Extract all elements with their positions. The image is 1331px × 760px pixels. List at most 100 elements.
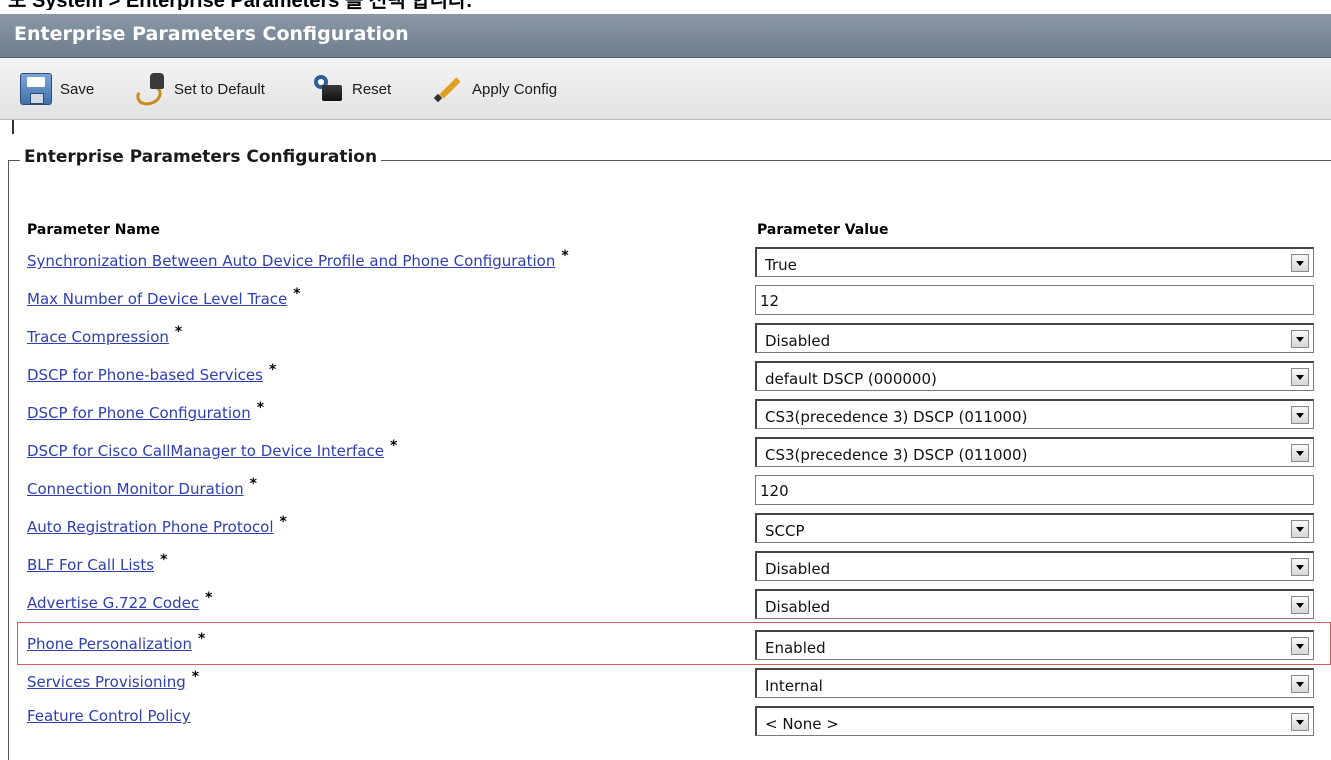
chevron-down-icon[interactable] [1291, 675, 1309, 693]
apply-config-icon [432, 73, 464, 105]
parameter-name-label: Auto Registration Phone Protocol [27, 518, 274, 536]
parameter-input[interactable]: 12 [755, 285, 1314, 315]
required-marker: * [174, 324, 183, 340]
save-icon [20, 73, 52, 105]
parameter-name-link[interactable]: Phone Personalization * [27, 631, 205, 653]
parameter-name-label: Advertise G.722 Codec [27, 594, 200, 612]
parameter-name-link[interactable]: Auto Registration Phone Protocol * [27, 514, 287, 536]
parameter-row: DSCP for Cisco CallManager to Device Int… [0, 435, 1331, 473]
parameter-name-label: DSCP for Cisco CallManager to Device Int… [27, 442, 384, 460]
parameter-row: DSCP for Phone-based Services * default DS… [0, 359, 1331, 397]
parameter-select[interactable]: Internal [755, 668, 1314, 698]
parameter-row: Max Number of Device Level Trace * 12 [0, 283, 1331, 321]
parameter-value: SCCP [765, 522, 805, 540]
parameter-row: Services Provisioning * Internal [0, 666, 1331, 704]
parameter-name-link[interactable]: DSCP for Phone-based Services * [27, 362, 276, 384]
toolbar-divider [12, 120, 14, 134]
parameter-name-link[interactable]: Max Number of Device Level Trace * [27, 286, 301, 308]
parameter-select[interactable]: Disabled [755, 551, 1314, 581]
save-label: Save [60, 80, 95, 98]
required-marker: * [293, 286, 301, 302]
set-to-default-label: Set to Default [174, 80, 265, 98]
parameter-input[interactable]: 120 [755, 475, 1314, 505]
chevron-down-icon[interactable] [1291, 558, 1309, 576]
save-button[interactable]: Save [20, 72, 94, 106]
parameter-value: default DSCP (000000) [765, 370, 937, 388]
required-marker: * [389, 438, 398, 454]
parameter-value: CS3(precedence 3) DSCP (011000) [765, 408, 1028, 426]
parameter-select[interactable]: Enabled [755, 630, 1314, 660]
parameter-value: CS3(precedence 3) DSCP (011000) [765, 446, 1028, 464]
parameter-name-link[interactable]: DSCP for Phone Configuration * [27, 400, 264, 422]
chevron-down-icon[interactable] [1291, 406, 1309, 424]
apply-config-label: Apply Config [472, 80, 558, 98]
set-to-default-icon [134, 73, 166, 105]
required-marker: * [160, 552, 168, 568]
chevron-down-icon[interactable] [1291, 596, 1309, 614]
parameter-value: Disabled [765, 598, 831, 616]
required-marker: * [561, 248, 569, 264]
required-marker: * [197, 631, 206, 647]
parameter-name-link[interactable]: Advertise G.722 Codec * [27, 590, 212, 612]
required-marker: * [279, 514, 287, 530]
toolbar: Save Set to Default Reset Apply Config [0, 58, 1331, 120]
parameter-value: Disabled [765, 332, 831, 350]
reset-icon [312, 73, 344, 105]
column-header-name: Parameter Name [27, 222, 160, 238]
parameter-name-label: Services Provisioning [27, 673, 186, 691]
apply-config-button[interactable]: Apply Config [432, 72, 557, 106]
parameter-select[interactable]: True [755, 247, 1314, 277]
parameter-row: Trace Compression * Disabled [0, 321, 1331, 359]
required-marker: * [268, 362, 277, 378]
parameter-select[interactable]: CS3(precedence 3) DSCP (011000) [755, 399, 1314, 429]
parameter-name-link[interactable]: DSCP for Cisco CallManager to Device Int… [27, 438, 397, 460]
set-to-default-button[interactable]: Set to Default [134, 72, 265, 106]
parameter-row: BLF For Call Lists * Disabled [0, 549, 1331, 587]
required-marker: * [205, 590, 213, 606]
required-marker: * [249, 476, 257, 492]
section-legend: Enterprise Parameters Configuration [20, 147, 382, 167]
reset-button[interactable]: Reset [312, 72, 391, 106]
parameter-select[interactable]: CS3(precedence 3) DSCP (011000) [755, 437, 1314, 467]
required-marker: * [256, 400, 265, 416]
parameter-name-label: Feature Control Policy [27, 707, 191, 725]
parameter-name-label: DSCP for Phone-based Services [27, 366, 263, 384]
parameter-name-label: Synchronization Between Auto Device Prof… [27, 252, 556, 270]
parameter-value: Enabled [765, 639, 826, 657]
parameter-value: < None > [765, 715, 839, 733]
chevron-down-icon[interactable] [1291, 637, 1309, 655]
parameter-value: True [765, 256, 797, 274]
chevron-down-icon[interactable] [1291, 520, 1309, 538]
parameter-name-label: DSCP for Phone Configuration [27, 404, 251, 422]
parameter-name-link[interactable]: Feature Control Policy [27, 707, 191, 725]
parameter-select[interactable]: default DSCP (000000) [755, 361, 1314, 391]
chevron-down-icon[interactable] [1291, 254, 1309, 272]
parameter-name-link[interactable]: Trace Compression * [27, 324, 182, 346]
parameter-name-link[interactable]: Services Provisioning * [27, 669, 199, 691]
parameter-row: Feature Control Policy < None > [0, 704, 1331, 742]
parameter-select[interactable]: SCCP [755, 513, 1314, 543]
window-title-bar: Enterprise Parameters Configuration [0, 14, 1331, 58]
chevron-down-icon[interactable] [1291, 444, 1309, 462]
window-title: Enterprise Parameters Configuration [14, 23, 409, 45]
parameter-name-label: Trace Compression [27, 328, 169, 346]
chevron-down-icon[interactable] [1291, 713, 1309, 731]
parameter-select[interactable]: Disabled [755, 323, 1314, 353]
parameter-select[interactable]: < None > [755, 706, 1314, 736]
parameter-name-label: Phone Personalization [27, 635, 192, 653]
parameter-row: DSCP for Phone Configuration * CS3(precede… [0, 397, 1331, 435]
parameter-name-link[interactable]: BLF For Call Lists * [27, 552, 167, 574]
parameter-name-label: BLF For Call Lists [27, 556, 155, 574]
parameter-row: Synchronization Between Auto Device Prof… [0, 245, 1331, 283]
parameter-row: Phone Personalization * Enabled [0, 628, 1331, 666]
chevron-down-icon[interactable] [1291, 330, 1309, 348]
chevron-down-icon[interactable] [1291, 368, 1309, 386]
reset-label: Reset [352, 80, 392, 98]
parameter-name-link[interactable]: Synchronization Between Auto Device Prof… [27, 248, 569, 270]
parameter-select[interactable]: Disabled [755, 589, 1314, 619]
parameter-value: Internal [765, 677, 823, 695]
page-caption: 도 System > Enterprise Parameters 를 선택 합니… [0, 0, 1331, 10]
parameter-row: Connection Monitor Duration * 120 [0, 473, 1331, 511]
parameter-name-link[interactable]: Connection Monitor Duration * [27, 476, 257, 498]
column-header-value: Parameter Value [757, 222, 889, 238]
